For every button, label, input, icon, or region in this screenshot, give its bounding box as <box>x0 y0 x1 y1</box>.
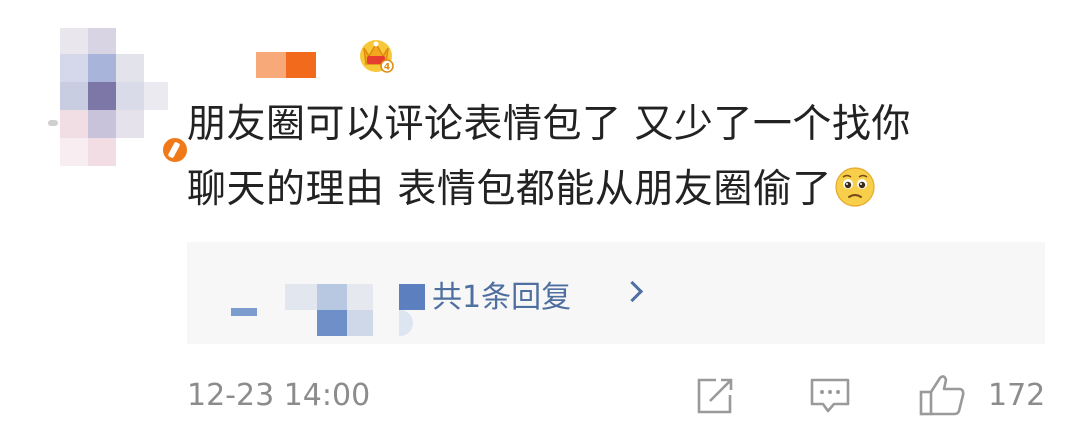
comment-timestamp: 12-23 14:00 <box>187 378 371 413</box>
like-count: 172 <box>988 378 1046 413</box>
username[interactable] <box>256 52 316 78</box>
comment-line-2: 聊天的理由 表情包都能从朋友圈偷了 <box>187 157 1017 222</box>
comment-text: 朋友圈可以评论表情包了 又少了一个找你 聊天的理由 表情包都能从朋友圈偷了 <box>187 92 1017 222</box>
reply-count-link[interactable]: 共1条回复 <box>432 272 571 316</box>
pleading-face-emoji-icon <box>834 163 876 207</box>
crown-level-badge-icon: 4 <box>356 34 396 74</box>
chevron-right-icon <box>621 280 644 303</box>
thumbs-up-icon[interactable] <box>918 372 968 422</box>
comment-line-1: 朋友圈可以评论表情包了 又少了一个找你 <box>187 102 911 147</box>
svg-text:4: 4 <box>384 63 390 73</box>
user-avatar[interactable] <box>48 28 190 168</box>
comment-line-2-text: 聊天的理由 表情包都能从朋友圈偷了 <box>187 167 832 212</box>
replies-box[interactable]: 共1条回复 <box>187 242 1045 344</box>
comment-bubble-icon[interactable] <box>808 376 852 420</box>
verified-badge-icon <box>160 135 190 165</box>
share-square-icon[interactable] <box>694 376 736 420</box>
